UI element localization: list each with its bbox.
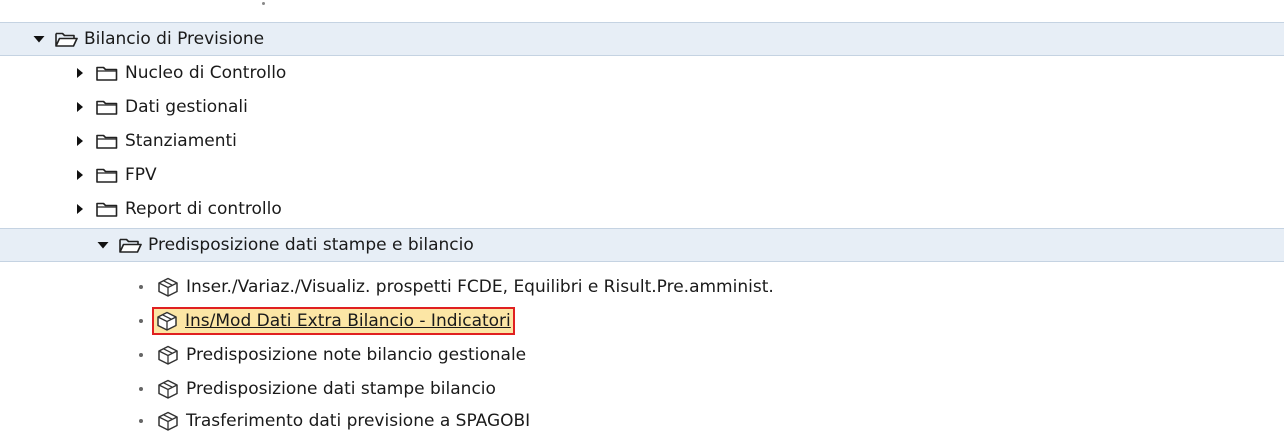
cube-icon (156, 345, 180, 365)
cube-icon (155, 311, 179, 331)
expand-toggle-collapsed-icon[interactable] (73, 202, 87, 216)
tree-leaf-transaction[interactable]: Inser./Variaz./Visualiz. prospetti FCDE,… (0, 270, 1284, 304)
tree-node-nucleo-di-controllo[interactable]: Nucleo di Controllo (0, 56, 1284, 90)
tree-leaf-label[interactable]: Inser./Variaz./Visualiz. prospetti FCDE,… (186, 277, 774, 297)
bullet-icon (134, 280, 148, 294)
tree-node-label[interactable]: Report di controllo (125, 199, 282, 219)
tree-leaf-transaction[interactable]: Predisposizione note bilancio gestionale (0, 338, 1284, 372)
folder-icon (95, 199, 119, 219)
folder-icon (95, 97, 119, 117)
tree-node-predisposizione-dati-stampe-e-bilancio[interactable]: Predisposizione dati stampe e bilancio (0, 228, 1284, 262)
tree-leaf-label[interactable]: Predisposizione dati stampe bilancio (186, 379, 496, 399)
cube-icon (156, 277, 180, 297)
tree-node-fpv[interactable]: FPV (0, 158, 1284, 192)
folder-icon (95, 165, 119, 185)
tree-node-label[interactable]: Stanziamenti (125, 131, 237, 151)
tree-node-stanziamenti[interactable]: Stanziamenti (0, 124, 1284, 158)
folder-icon (95, 131, 119, 151)
folder-open-icon (54, 29, 78, 49)
tree-node-label[interactable]: FPV (125, 165, 157, 185)
tree-node-label[interactable]: Nucleo di Controllo (125, 63, 286, 83)
tree-scroll-stub (258, 0, 268, 12)
expand-toggle-collapsed-icon[interactable] (73, 168, 87, 182)
expand-toggle-collapsed-icon[interactable] (73, 66, 87, 80)
bullet-icon (134, 314, 148, 328)
folder-icon (95, 63, 119, 83)
tree-leaf-transaction-selected[interactable]: Ins/Mod Dati Extra Bilancio - Indicatori (0, 304, 1284, 338)
tree-leaf-transaction[interactable]: Trasferimento dati previsione a SPAGOBI (0, 404, 1284, 438)
tree-node-report-di-controllo[interactable]: Report di controllo (0, 192, 1284, 226)
folder-open-icon (118, 235, 142, 255)
cube-icon (156, 379, 180, 399)
bullet-icon (134, 382, 148, 396)
expand-toggle-collapsed-icon[interactable] (73, 100, 87, 114)
tree-leaf-label[interactable]: Predisposizione note bilancio gestionale (186, 345, 526, 365)
bullet-icon (134, 414, 148, 428)
expand-toggle-expanded-icon[interactable] (96, 238, 110, 252)
bullet-icon (134, 348, 148, 362)
tree-node-label[interactable]: Dati gestionali (125, 97, 248, 117)
tree-leaf-label[interactable]: Ins/Mod Dati Extra Bilancio - Indicatori (185, 311, 511, 331)
tree-node-label[interactable]: Bilancio di Previsione (84, 29, 264, 49)
tree-leaf-transaction[interactable]: Predisposizione dati stampe bilancio (0, 372, 1284, 406)
expand-toggle-collapsed-icon[interactable] (73, 134, 87, 148)
tree-node-dati-gestionali[interactable]: Dati gestionali (0, 90, 1284, 124)
tree-node-bilancio-di-previsione[interactable]: Bilancio di Previsione (0, 22, 1284, 56)
expand-toggle-expanded-icon[interactable] (32, 32, 46, 46)
cube-icon (156, 411, 180, 431)
selection-highlight[interactable]: Ins/Mod Dati Extra Bilancio - Indicatori (152, 307, 515, 335)
tree-node-label[interactable]: Predisposizione dati stampe e bilancio (148, 235, 474, 255)
tree-leaf-label[interactable]: Trasferimento dati previsione a SPAGOBI (186, 411, 530, 431)
